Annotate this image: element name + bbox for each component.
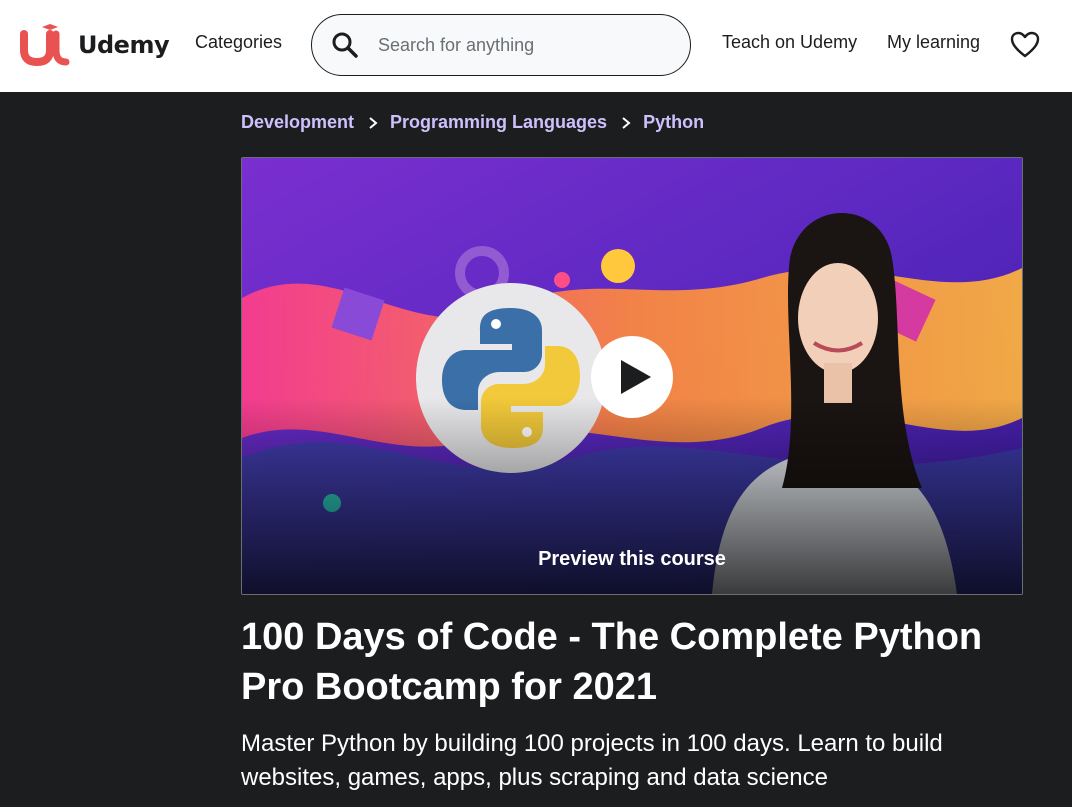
logo-text: Udemy — [78, 31, 170, 59]
search-icon[interactable] — [332, 32, 358, 58]
categories-menu[interactable]: Categories — [195, 32, 282, 53]
chevron-right-icon — [369, 116, 378, 129]
heart-icon[interactable] — [1010, 31, 1040, 59]
top-navigation-bar: Udemy Categories Teach on Udemy My learn… — [0, 0, 1072, 92]
play-button[interactable] — [591, 336, 673, 418]
chevron-right-icon — [622, 116, 631, 129]
breadcrumb-programming-languages[interactable]: Programming Languages — [390, 112, 607, 133]
teach-on-udemy-link[interactable]: Teach on Udemy — [722, 32, 857, 53]
play-icon — [621, 360, 651, 394]
course-title: 100 Days of Code - The Complete Python P… — [241, 616, 983, 708]
breadcrumb: Development Programming Languages Python — [241, 112, 704, 133]
course-subtitle: Master Python by building 100 projects i… — [241, 730, 943, 791]
course-preview-video[interactable]: Preview this course — [241, 157, 1023, 595]
breadcrumb-development[interactable]: Development — [241, 112, 354, 133]
preview-this-course-label[interactable]: Preview this course — [242, 548, 1022, 571]
search-input[interactable] — [378, 30, 668, 60]
search-bar[interactable] — [311, 14, 691, 76]
udemy-logo[interactable]: Udemy — [20, 24, 170, 66]
udemy-logo-icon — [20, 24, 70, 66]
my-learning-link[interactable]: My learning — [887, 32, 980, 53]
breadcrumb-python[interactable]: Python — [643, 112, 704, 133]
